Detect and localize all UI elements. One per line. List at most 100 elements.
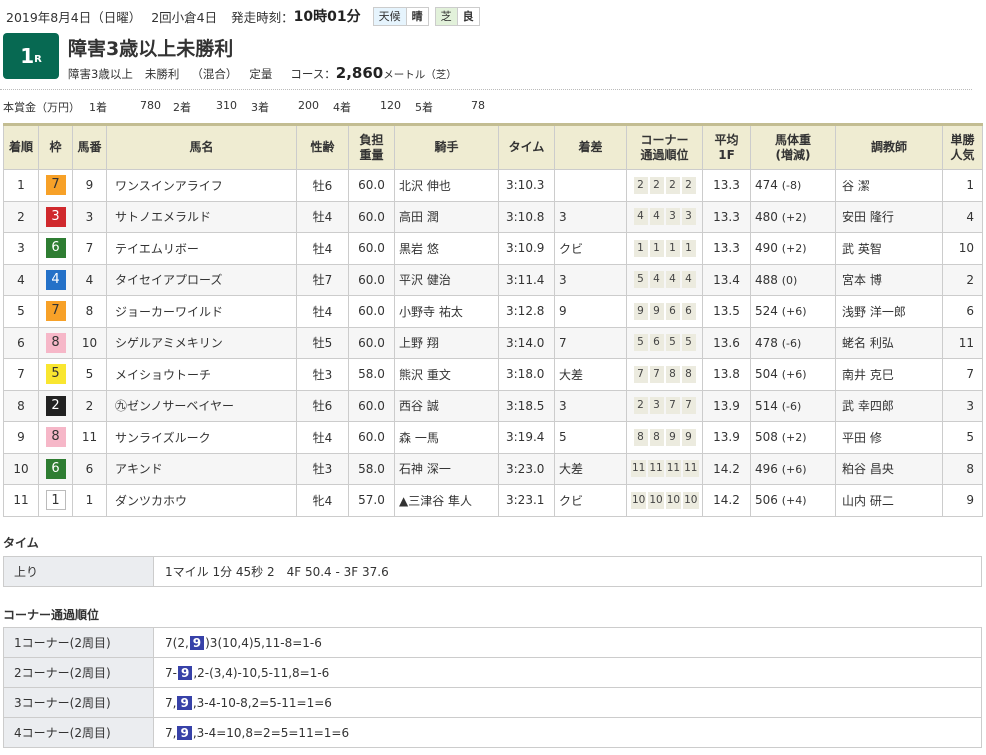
jockey[interactable]: 石神 深一	[394, 452, 499, 485]
carried-weight: 58.0	[348, 358, 395, 391]
table-row: 4 4 4 タイセイアプローズ 牡7 60.0 平沢 健治 3:11.4 3 5 4 4 4 13.4 48…	[3, 263, 983, 296]
jockey[interactable]: 高田 潤	[394, 200, 499, 233]
jockey[interactable]: 熊沢 重文	[394, 358, 499, 391]
horse-number: 11	[72, 421, 107, 454]
trainer[interactable]: 武 幸四郎	[835, 389, 943, 422]
average-1f: 14.2	[702, 484, 751, 517]
body-weight: 474 (-8)	[750, 169, 836, 202]
corner-position: 5	[681, 334, 696, 352]
trainer[interactable]: 平田 修	[835, 421, 943, 454]
margin: 3	[554, 263, 627, 296]
race-date: 2019年8月4日（日曜）	[6, 9, 142, 25]
horse-name[interactable]: ジョーカーワイルド	[106, 295, 297, 328]
race-distance: 2,860	[335, 64, 384, 82]
divider	[0, 89, 972, 90]
body-weight-change: (+6)	[781, 305, 807, 319]
body-weight-change: (0)	[781, 273, 798, 287]
prize-money: 本賞金（万円） 1着 780 2着 310 3着 200 4着 120 5着 7…	[3, 99, 485, 115]
horse-number: 10	[72, 326, 107, 359]
prize-label: 本賞金（万円）	[3, 101, 80, 114]
prize-amount: 780	[140, 99, 161, 112]
horse-number: 7	[72, 232, 107, 265]
finish-position: 1	[3, 169, 39, 202]
waku-badge: 6	[45, 458, 66, 479]
trainer[interactable]: 南井 克巳	[835, 358, 943, 391]
horse-name[interactable]: タイセイアプローズ	[106, 263, 297, 296]
jockey[interactable]: 黒岩 悠	[394, 232, 499, 265]
popularity: 5	[942, 421, 983, 454]
horse-name[interactable]: シゲルアミメキリン	[106, 326, 297, 359]
body-weight-change: (+6)	[781, 462, 807, 476]
horse-name[interactable]: メイショウトーチ	[106, 358, 297, 391]
jockey[interactable]: 上野 翔	[394, 326, 499, 359]
trainer[interactable]: 谷 潔	[835, 169, 943, 202]
carried-weight: 60.0	[348, 232, 395, 265]
trainer[interactable]: 安田 隆行	[835, 200, 943, 233]
column-header: 馬名	[106, 123, 297, 170]
finish-time: 3:10.9	[498, 232, 555, 265]
body-weight-value: 506	[755, 493, 778, 508]
body-weight: 524 (+6)	[750, 295, 836, 328]
average-1f: 13.9	[702, 421, 751, 454]
corner-order-table: 1コーナー(2周目) 7(2, 9)3(10,4)5,11-8=1-6 2コーナー(2…	[3, 627, 982, 748]
average-1f: 13.5	[702, 295, 751, 328]
horse-number: 8	[72, 295, 107, 328]
jockey[interactable]: ▲三津谷 隼人	[394, 484, 499, 517]
horse-name[interactable]: ワンスインアライフ	[106, 169, 297, 202]
jockey[interactable]: 森 一馬	[394, 421, 499, 454]
horse-number: 2	[72, 389, 107, 422]
jockey[interactable]: 小野寺 祐太	[394, 295, 499, 328]
trainer[interactable]: 宮本 博	[835, 263, 943, 296]
horse-name[interactable]: アキンド	[106, 452, 297, 485]
trainer[interactable]: 蛯名 利弘	[835, 326, 943, 359]
average-1f: 13.6	[702, 326, 751, 359]
body-weight-change: (+2)	[781, 431, 807, 445]
waku-cell: 6	[38, 452, 73, 485]
horse-name[interactable]: テイエムリボー	[106, 232, 297, 265]
corner-order-row: 4コーナー(2周目) 7, 9,3-4=10,8=2=5=11=1=6	[3, 717, 982, 748]
corner-label: 3コーナー(2周目)	[3, 687, 154, 718]
popularity: 3	[942, 389, 983, 422]
sex-age: 牡4	[296, 421, 349, 454]
corner-boxes: 7788	[633, 365, 696, 383]
corner-boxes: 4433	[633, 208, 696, 226]
jockey[interactable]: 北沢 伸也	[394, 169, 499, 202]
corner-position: 7	[681, 397, 696, 415]
corner-position: 4	[649, 271, 664, 289]
corner-order-value: 7, 9,3-4=10,8=2=5=11=1=6	[153, 717, 982, 748]
trainer[interactable]: 山内 研二	[835, 484, 943, 517]
body-weight: 504 (+6)	[750, 358, 836, 391]
horse-name[interactable]: ㊈ゼンノサーベイヤー	[106, 389, 297, 422]
finish-time: 3:14.0	[498, 326, 555, 359]
finish-time: 3:10.3	[498, 169, 555, 202]
prize-place: 3着	[251, 101, 269, 114]
trainer[interactable]: 浅野 洋一郎	[835, 295, 943, 328]
column-header: 単勝 人気	[942, 123, 983, 170]
average-1f: 13.3	[702, 232, 751, 265]
horse-number: 6	[72, 452, 107, 485]
race-class: 障害3歳以上	[68, 67, 133, 81]
body-weight-value: 478	[755, 335, 778, 350]
trainer[interactable]: 武 英智	[835, 232, 943, 265]
average-1f: 13.8	[702, 358, 751, 391]
corner-positions: 7788	[626, 358, 703, 391]
corner-boxes: 8899	[633, 428, 696, 446]
finish-time: 3:12.8	[498, 295, 555, 328]
jockey[interactable]: 西谷 誠	[394, 389, 499, 422]
margin: クビ	[554, 484, 627, 517]
race-mix: （混合）	[191, 67, 238, 81]
corner-boxes: 5655	[633, 334, 696, 352]
waku-cell: 7	[38, 169, 73, 202]
average-1f: 13.3	[702, 200, 751, 233]
carried-weight: 57.0	[348, 484, 395, 517]
horse-name[interactable]: サトノエメラルド	[106, 200, 297, 233]
horse-name[interactable]: サンライズルーク	[106, 421, 297, 454]
body-weight-value: 504	[755, 367, 778, 382]
carried-weight: 60.0	[348, 389, 395, 422]
body-weight: 506 (+4)	[750, 484, 836, 517]
finish-position: 8	[3, 389, 39, 422]
corner-positions: 10 10 10 10	[626, 484, 703, 517]
jockey[interactable]: 平沢 健治	[394, 263, 499, 296]
trainer[interactable]: 粕谷 昌央	[835, 452, 943, 485]
horse-name[interactable]: ダンツカホウ	[106, 484, 297, 517]
